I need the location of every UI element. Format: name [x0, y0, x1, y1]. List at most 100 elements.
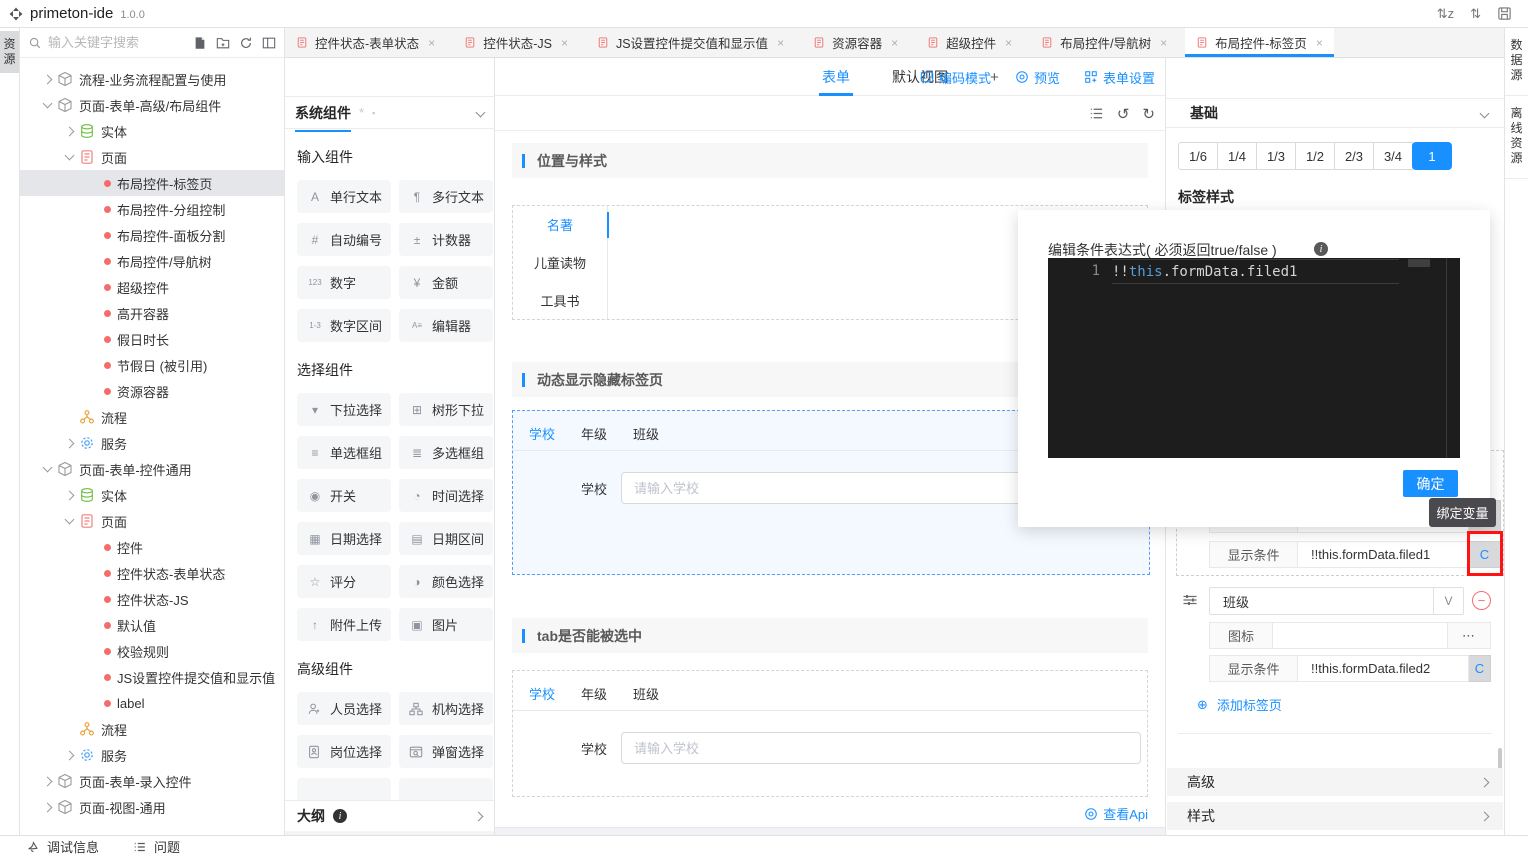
tree-item[interactable]: 控件状态-JS — [20, 586, 284, 612]
close-icon[interactable]: × — [777, 36, 784, 50]
tree-item[interactable]: 页面-表单-录入控件 — [20, 768, 284, 794]
confirm-button[interactable]: 确定 — [1403, 470, 1458, 497]
icon-more-button[interactable]: ⋯ — [1448, 622, 1491, 649]
tree-item[interactable]: 页面-视图-通用 — [20, 794, 284, 820]
component-image[interactable]: ▣图片 — [399, 608, 493, 641]
component-checkbox-group[interactable]: ≣多选框组 — [399, 436, 493, 469]
component-person-select[interactable]: 人员选择 — [297, 692, 391, 725]
component-time-picker[interactable]: ◔时间选择 — [399, 479, 493, 512]
sort-icon[interactable]: ⇅ — [1470, 6, 1481, 22]
tree-item[interactable]: 控件状态-表单状态 — [20, 560, 284, 586]
chevron-right-icon[interactable] — [474, 811, 484, 821]
width-option-selected[interactable]: 1 — [1412, 142, 1452, 170]
tree-item[interactable]: 服务 — [20, 742, 284, 768]
tree-item[interactable]: 布局控件-面板分割 — [20, 222, 284, 248]
collapse-panel-icon[interactable] — [262, 36, 276, 50]
component-auto-number[interactable]: #自动编号 — [297, 223, 391, 256]
side-tab[interactable]: 工具书 — [513, 281, 607, 319]
resources-dock-tab[interactable]: 资源 — [0, 31, 19, 73]
component-radio-group[interactable]: ≡单选框组 — [297, 436, 391, 469]
demo-tab[interactable]: 班级 — [633, 684, 659, 703]
component-amount[interactable]: ¥金额 — [399, 266, 493, 299]
advanced-group-header[interactable]: 高级 — [1167, 768, 1503, 796]
tree-item[interactable]: 页面 — [20, 508, 284, 534]
component-number[interactable]: 123数字 — [297, 266, 391, 299]
outline-bar[interactable]: 大纲 i — [285, 800, 494, 831]
chevron-down-icon[interactable] — [65, 515, 75, 525]
chevron-right-icon[interactable] — [43, 802, 53, 812]
component-org-select[interactable]: 机构选择 — [399, 692, 493, 725]
condition-code-button[interactable]: C — [1469, 655, 1491, 682]
chevron-down-icon[interactable] — [1480, 108, 1490, 118]
chevron-right-icon[interactable] — [65, 490, 75, 500]
outline-tool-icon[interactable] — [1089, 106, 1104, 121]
chevron-down-icon[interactable] — [43, 99, 53, 109]
issues-button[interactable]: 问题 — [133, 837, 180, 856]
form-settings-button[interactable]: 表单设置 — [1084, 68, 1155, 87]
doc-tab[interactable]: 布局控件/导航树× — [1030, 28, 1178, 57]
component-date-range[interactable]: ▤日期区间 — [399, 522, 493, 555]
style-group-header[interactable]: 样式 — [1167, 802, 1503, 830]
component-switch[interactable]: ◉开关 — [297, 479, 391, 512]
code-mode-button[interactable]: 编码模式 — [920, 68, 991, 87]
doc-tab[interactable]: 控件状态-表单状态× — [285, 28, 446, 57]
tree-item[interactable]: 假日时长 — [20, 326, 284, 352]
component-partial[interactable] — [399, 778, 493, 800]
demo-tab[interactable]: 年级 — [581, 424, 607, 443]
demo-tab[interactable]: 年级 — [581, 684, 607, 703]
refresh-icon[interactable] — [239, 36, 253, 50]
component-editor[interactable]: A≡编辑器 — [399, 309, 493, 342]
width-option[interactable]: 1/2 — [1295, 142, 1335, 170]
component-file-upload[interactable]: ↑附件上传 — [297, 608, 391, 641]
chevron-right-icon[interactable] — [43, 74, 53, 84]
tab-system-components[interactable]: 系统组件 — [295, 103, 351, 123]
variable-suffix-button[interactable]: V — [1433, 588, 1463, 614]
tree-item[interactable]: 页面 — [20, 144, 284, 170]
display-condition-value[interactable]: !!this.formData.filed1 — [1298, 541, 1469, 568]
doc-tab[interactable]: JS设置控件提交值和显示值× — [586, 28, 795, 57]
tree-item[interactable]: 超级控件 — [20, 274, 284, 300]
tree-item[interactable]: 服务 — [20, 430, 284, 456]
tree-item[interactable]: 布局控件-分组控制 — [20, 196, 284, 222]
chevron-right-icon[interactable] — [43, 776, 53, 786]
component-rate[interactable]: ☆评分 — [297, 565, 391, 598]
preview-button[interactable]: 预览 — [1015, 68, 1060, 87]
redo-icon[interactable]: ↻ — [1142, 105, 1155, 123]
close-icon[interactable]: × — [1160, 36, 1167, 50]
tree-item-selected[interactable]: 布局控件-标签页 — [20, 170, 284, 196]
view-api-link[interactable]: 查看Api — [495, 804, 1148, 823]
chevron-right-icon[interactable] — [65, 750, 75, 760]
tree-item[interactable]: label — [20, 690, 284, 716]
offline-resource-dock-tab[interactable]: 离线资源 — [1505, 96, 1528, 179]
basic-group-header[interactable]: 基础 — [1166, 98, 1504, 128]
tree-item[interactable]: 布局控件/导航树 — [20, 248, 284, 274]
component-color-picker[interactable]: ◑颜色选择 — [399, 565, 493, 598]
side-tab-active[interactable]: 名著 — [513, 206, 607, 244]
doc-tab[interactable]: 控件状态-JS× — [453, 28, 579, 57]
chevron-down-icon[interactable] — [43, 463, 53, 473]
tree-item[interactable]: 高开容器 — [20, 300, 284, 326]
icon-row-input[interactable] — [1273, 622, 1448, 649]
debug-info-button[interactable]: 调试信息 — [26, 837, 99, 856]
data-source-dock-tab[interactable]: 数据源 — [1505, 28, 1528, 96]
selectable-tabs-demo[interactable]: 学校 年级 班级 学校 — [512, 670, 1148, 797]
tree-item[interactable]: 控件 — [20, 534, 284, 560]
doc-tab-active[interactable]: 布局控件-标签页× — [1185, 28, 1334, 57]
width-option[interactable]: 1/4 — [1217, 142, 1257, 170]
width-option[interactable]: 2/3 — [1334, 142, 1374, 170]
tree-item[interactable]: 节假日 (被引用) — [20, 352, 284, 378]
component-partial[interactable] — [297, 778, 391, 800]
component-counter[interactable]: ±计数器 — [399, 223, 493, 256]
tree-item[interactable]: 流程 — [20, 404, 284, 430]
add-tab-page-link[interactable]: ⊕ 添加标签页 — [1197, 695, 1282, 714]
component-date-picker[interactable]: ▦日期选择 — [297, 522, 391, 555]
chevron-down-icon[interactable] — [65, 151, 75, 161]
chevron-right-icon[interactable] — [65, 126, 75, 136]
remove-tab-button[interactable]: − — [1472, 591, 1491, 610]
component-popup-select[interactable]: 弹窗选择 — [399, 735, 493, 768]
width-option[interactable]: 3/4 — [1373, 142, 1413, 170]
tree-item[interactable]: 默认值 — [20, 612, 284, 638]
display-condition-value[interactable]: !!this.formData.filed2 — [1298, 655, 1469, 682]
search-input[interactable] — [48, 35, 187, 50]
demo-tab[interactable]: 班级 — [633, 424, 659, 443]
